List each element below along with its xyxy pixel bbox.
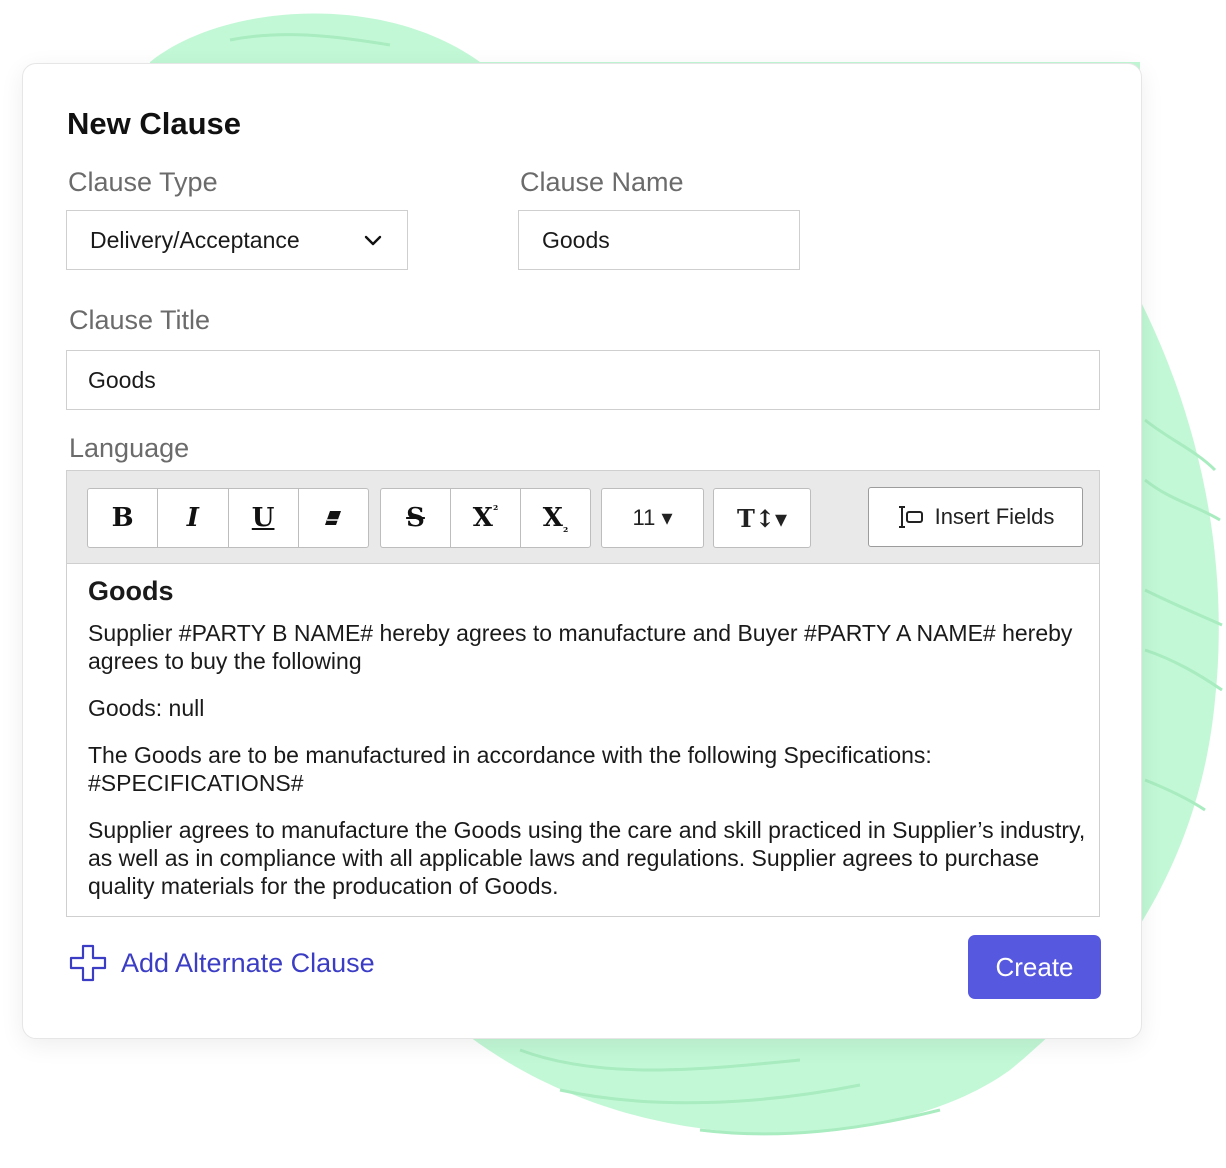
- page-title: New Clause: [67, 106, 242, 141]
- new-clause-card: New Clause Clause Type Delivery/Acceptan…: [22, 63, 1142, 1039]
- superscript-mark: ²: [492, 503, 499, 517]
- editor-content[interactable]: Goods Supplier #PARTY B NAME# hereby agr…: [88, 575, 1093, 919]
- script-group: S X² X₂: [380, 488, 591, 548]
- editor-paragraph: Supplier agrees to manufacture the Goods…: [88, 817, 1086, 899]
- clause-title-label: Clause Title: [69, 305, 211, 335]
- format-group: B I U: [87, 488, 369, 548]
- subscript-label: X: [542, 503, 563, 533]
- language-label: Language: [69, 433, 190, 463]
- chevron-down-icon: [364, 235, 382, 246]
- clause-type-label: Clause Type: [68, 167, 218, 197]
- editor-paragraph: Supplier #PARTY B NAME# hereby agrees to…: [88, 620, 1073, 674]
- italic-button[interactable]: I: [158, 489, 229, 547]
- bold-button[interactable]: B: [88, 489, 159, 547]
- plus-icon: [69, 944, 107, 982]
- editor-paragraph: Goods: null: [88, 695, 205, 721]
- superscript-button[interactable]: X²: [451, 489, 521, 547]
- subscript-button[interactable]: X₂: [521, 489, 590, 547]
- editor-toolbar: B I U S X² X₂ 11 ▾ T↕▾ Insert Fields: [67, 471, 1099, 564]
- font-size-dropdown[interactable]: 11 ▾: [601, 488, 704, 548]
- editor-heading: Goods: [88, 576, 174, 606]
- clause-title-input[interactable]: Goods: [66, 350, 1100, 410]
- clause-name-input[interactable]: Goods: [518, 210, 800, 270]
- clause-type-value: Delivery/Acceptance: [90, 226, 300, 253]
- eraser-icon: [325, 511, 342, 525]
- clause-name-label: Clause Name: [520, 167, 684, 197]
- clause-type-select[interactable]: Delivery/Acceptance: [66, 210, 408, 270]
- add-alternate-clause-label: Add Alternate Clause: [121, 947, 375, 978]
- add-alternate-clause-link[interactable]: Add Alternate Clause: [69, 944, 375, 982]
- text-size-dropdown[interactable]: T↕▾: [713, 488, 811, 548]
- strikethrough-button[interactable]: S: [381, 489, 451, 547]
- clause-name-value: Goods: [542, 226, 610, 253]
- create-button[interactable]: Create: [968, 935, 1101, 999]
- clear-format-button[interactable]: [299, 489, 368, 547]
- insert-fields-label: Insert Fields: [934, 504, 1055, 529]
- subscript-mark: ₂: [562, 521, 569, 535]
- clause-title-value: Goods: [88, 366, 156, 393]
- language-editor[interactable]: B I U S X² X₂ 11 ▾ T↕▾ Insert Fields Goo…: [66, 470, 1100, 917]
- insert-field-icon: [898, 506, 923, 528]
- insert-fields-button[interactable]: Insert Fields: [868, 487, 1083, 547]
- editor-paragraph: The Goods are to be manufactured in acco…: [88, 742, 932, 796]
- superscript-label: X: [472, 503, 493, 533]
- underline-button[interactable]: U: [229, 489, 299, 547]
